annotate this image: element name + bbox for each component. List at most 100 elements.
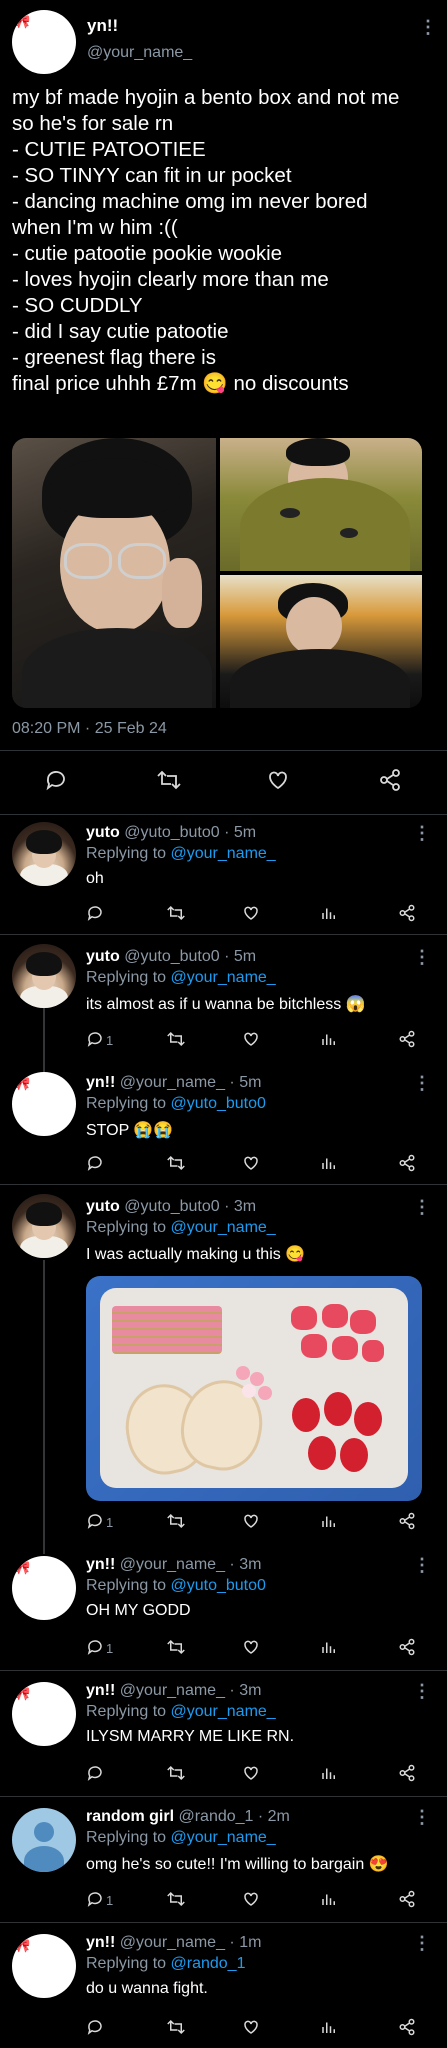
retweet-icon[interactable] xyxy=(166,1764,186,1782)
reply-icon[interactable]: 1 xyxy=(86,1638,113,1656)
avatar[interactable]: 🎀 xyxy=(12,10,76,74)
retweet-icon[interactable] xyxy=(166,1030,186,1048)
reply-icon[interactable] xyxy=(86,1764,104,1782)
more-vertical-icon[interactable]: ⋮ xyxy=(413,1682,431,1700)
author-name[interactable]: yn!! xyxy=(86,1074,115,1091)
author-handle[interactable]: @your_name_ xyxy=(120,1934,225,1951)
photo-2[interactable] xyxy=(220,438,422,571)
more-vertical-icon[interactable]: ⋮ xyxy=(413,824,431,842)
reply-icon[interactable]: 1 xyxy=(86,1890,113,1908)
reply-tweet[interactable]: 🎀 yn!! @your_name_ · 3m ⋮ Replying to @y… xyxy=(0,1548,447,1672)
views-icon[interactable] xyxy=(320,2018,338,2036)
reply-icon[interactable]: 1 xyxy=(86,1030,113,1048)
bento-photo[interactable] xyxy=(86,1276,422,1501)
views-icon[interactable] xyxy=(320,1512,338,1530)
reply-icon[interactable]: 1 xyxy=(86,1512,113,1530)
author-name[interactable]: random girl xyxy=(86,1808,174,1825)
reply-icon[interactable] xyxy=(44,768,68,792)
share-icon[interactable] xyxy=(378,768,402,792)
heart-icon[interactable] xyxy=(242,1030,260,1048)
reply-tweet[interactable]: random girl @rando_1 · 2m ⋮ Replying to … xyxy=(0,1800,447,1924)
share-icon[interactable] xyxy=(398,1638,416,1656)
author-handle[interactable]: @your_name_ xyxy=(120,1556,225,1573)
avatar[interactable]: 🎀 xyxy=(12,1682,76,1746)
views-icon[interactable] xyxy=(320,1764,338,1782)
share-icon[interactable] xyxy=(398,1030,416,1048)
mention-link[interactable]: @yuto_buto0 xyxy=(171,1095,266,1112)
reply-tweet[interactable]: yuto @yuto_buto0 · 5m ⋮ Replying to @you… xyxy=(0,940,447,1064)
views-icon[interactable] xyxy=(320,1638,338,1656)
retweet-icon[interactable] xyxy=(166,1890,186,1908)
share-icon[interactable] xyxy=(398,1890,416,1908)
share-icon[interactable] xyxy=(398,1512,416,1530)
media-grid[interactable] xyxy=(12,438,422,708)
author-handle[interactable]: @rando_1 xyxy=(178,1808,253,1825)
author-name[interactable]: yn!! xyxy=(86,1682,115,1699)
avatar[interactable]: 🎀 xyxy=(12,1556,76,1620)
mention-link[interactable]: @your_name_ xyxy=(171,1703,276,1720)
share-icon[interactable] xyxy=(398,1764,416,1782)
retweet-icon[interactable] xyxy=(166,1638,186,1656)
heart-icon[interactable] xyxy=(242,2018,260,2036)
author-name[interactable]: yn!! xyxy=(86,1934,115,1951)
retweet-icon[interactable] xyxy=(166,2018,186,2036)
more-vertical-icon[interactable]: ⋮ xyxy=(413,1556,431,1574)
share-icon[interactable] xyxy=(398,904,416,922)
avatar[interactable]: 🎀 xyxy=(12,1934,76,1998)
heart-icon[interactable] xyxy=(266,768,290,792)
heart-icon[interactable] xyxy=(242,1764,260,1782)
author-handle[interactable]: @yuto_buto0 xyxy=(124,948,219,965)
more-vertical-icon[interactable]: ⋮ xyxy=(413,1808,431,1826)
more-vertical-icon[interactable]: ⋮ xyxy=(413,948,431,966)
more-vertical-icon[interactable]: ⋮ xyxy=(419,18,437,36)
more-vertical-icon[interactable]: ⋮ xyxy=(413,1934,431,1952)
heart-icon[interactable] xyxy=(242,1512,260,1530)
author-handle[interactable]: @yuto_buto0 xyxy=(124,824,219,841)
mention-link[interactable]: @your_name_ xyxy=(171,1829,276,1846)
heart-icon[interactable] xyxy=(242,1154,260,1172)
retweet-icon[interactable] xyxy=(166,1154,186,1172)
mention-link[interactable]: @your_name_ xyxy=(171,845,276,862)
reply-tweet[interactable]: 🎀 yn!! @your_name_ · 1m ⋮ Replying to @r… xyxy=(0,1926,447,2048)
reply-tweet[interactable]: yuto @yuto_buto0 · 3m ⋮ Replying to @you… xyxy=(0,1190,447,1546)
more-vertical-icon[interactable]: ⋮ xyxy=(413,1198,431,1216)
more-vertical-icon[interactable]: ⋮ xyxy=(413,1074,431,1092)
heart-icon[interactable] xyxy=(242,1890,260,1908)
photo-3[interactable] xyxy=(220,575,422,708)
views-icon[interactable] xyxy=(320,1890,338,1908)
author-name[interactable]: yuto xyxy=(86,948,120,965)
reply-tweet[interactable]: yuto @yuto_buto0 · 5m ⋮ Replying to @you… xyxy=(0,816,447,932)
author-handle[interactable]: @your_name_ xyxy=(120,1682,225,1699)
share-icon[interactable] xyxy=(398,2018,416,2036)
avatar[interactable] xyxy=(12,822,76,886)
reply-icon[interactable] xyxy=(86,904,104,922)
mention-link[interactable]: @your_name_ xyxy=(171,969,276,986)
author-name[interactable]: yn!! xyxy=(87,16,118,36)
author-name[interactable]: yn!! xyxy=(86,1556,115,1573)
author-name[interactable]: yuto xyxy=(86,1198,120,1215)
author-handle[interactable]: @your_name_ xyxy=(87,44,192,62)
author-name[interactable]: yuto xyxy=(86,824,120,841)
views-icon[interactable] xyxy=(320,1154,338,1172)
mention-link[interactable]: @your_name_ xyxy=(171,1219,276,1236)
views-icon[interactable] xyxy=(320,904,338,922)
heart-icon[interactable] xyxy=(242,1638,260,1656)
reply-tweet[interactable]: 🎀 yn!! @your_name_ · 3m ⋮ Replying to @y… xyxy=(0,1674,447,1794)
avatar[interactable] xyxy=(12,944,76,1008)
avatar[interactable] xyxy=(12,1808,76,1872)
avatar[interactable] xyxy=(12,1194,76,1258)
reply-tweet[interactable]: 🎀 yn!! @your_name_ · 5m ⋮ Replying to @y… xyxy=(0,1066,447,1182)
mention-link[interactable]: @rando_1 xyxy=(171,1955,246,1972)
retweet-icon[interactable] xyxy=(156,768,182,792)
retweet-icon[interactable] xyxy=(166,1512,186,1530)
share-icon[interactable] xyxy=(398,1154,416,1172)
reply-icon[interactable] xyxy=(86,2018,104,2036)
mention-link[interactable]: @yuto_buto0 xyxy=(171,1577,266,1594)
author-handle[interactable]: @yuto_buto0 xyxy=(124,1198,219,1215)
retweet-icon[interactable] xyxy=(166,904,186,922)
reply-icon[interactable] xyxy=(86,1154,104,1172)
views-icon[interactable] xyxy=(320,1030,338,1048)
author-handle[interactable]: @your_name_ xyxy=(120,1074,225,1091)
photo-1[interactable] xyxy=(12,438,216,708)
avatar[interactable]: 🎀 xyxy=(12,1072,76,1136)
